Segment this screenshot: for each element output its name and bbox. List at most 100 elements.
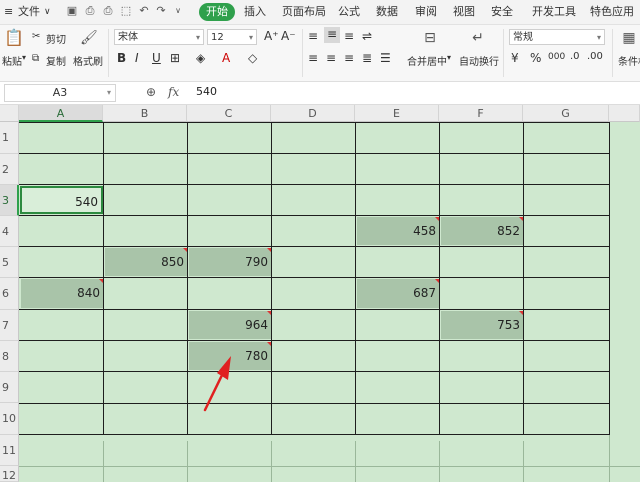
column-header-g[interactable]: G — [523, 105, 609, 122]
row-header-12[interactable]: 12 — [0, 466, 19, 482]
row-header-5[interactable]: 5 — [0, 247, 19, 278]
format-painter-icon[interactable]: 🖌 — [80, 29, 98, 47]
copy-icon[interactable]: ⧉ — [32, 53, 39, 64]
font-color-icon[interactable]: A — [222, 51, 230, 65]
print-preview-icon[interactable]: ⎙ — [84, 5, 96, 17]
export-icon[interactable]: ⬚ — [120, 5, 132, 17]
select-all-corner[interactable] — [0, 105, 19, 122]
column-header-b[interactable]: B — [103, 105, 187, 122]
justify-icon[interactable]: ≣ — [362, 51, 372, 65]
paste-button[interactable]: 粘贴 — [2, 53, 22, 68]
menu-icon[interactable]: ≡ — [4, 0, 13, 24]
save-icon[interactable]: ▣ — [66, 5, 78, 17]
clear-format-icon[interactable]: ◇ — [248, 51, 257, 65]
cell-e6[interactable]: 687 — [357, 279, 439, 308]
increase-decimal-icon[interactable]: .0 — [570, 51, 580, 62]
comma-style-button[interactable]: 000 — [548, 52, 565, 62]
row-header-8[interactable]: 8 — [0, 341, 19, 372]
merge-center-button[interactable]: 合并居中 — [407, 53, 447, 68]
cell-f4[interactable]: 852 — [441, 217, 523, 245]
tab-special-apps[interactable]: 特色应用 — [590, 0, 634, 24]
tab-formulas[interactable]: 公式 — [338, 0, 360, 24]
cell-c7[interactable]: 964 — [189, 311, 271, 339]
row-header-4[interactable]: 4 — [0, 216, 19, 247]
undo-icon[interactable]: ↶ — [138, 5, 150, 17]
decrease-decimal-icon[interactable]: .00 — [587, 51, 603, 62]
copy-button[interactable]: 复制 — [46, 53, 66, 68]
borders-icon[interactable]: ⊞ — [170, 51, 180, 65]
underline-button[interactable]: U — [152, 51, 161, 65]
print-icon[interactable]: ⎙ — [102, 5, 114, 17]
conditional-format-button[interactable]: 条件格式 — [618, 53, 640, 68]
align-top-icon[interactable]: ≡ — [308, 29, 318, 43]
wrap-text-icon[interactable]: ↵ — [468, 29, 488, 47]
column-header-f[interactable]: F — [439, 105, 523, 122]
row-header-6[interactable]: 6 — [0, 278, 19, 310]
format-painter-button[interactable]: 格式刷 — [73, 53, 103, 68]
tab-page-layout[interactable]: 页面布局 — [282, 0, 326, 24]
align-left-icon[interactable]: ≡ — [308, 51, 318, 65]
cell-c5[interactable]: 790 — [189, 248, 271, 276]
sheet-area[interactable]: 540 458 852 850 790 840 687 964 753 780 — [19, 122, 640, 482]
align-bottom-icon[interactable]: ≡ — [344, 29, 354, 43]
distribute-icon[interactable]: ☰ — [380, 51, 391, 65]
grow-font-button[interactable]: A⁺ — [264, 29, 279, 43]
zoom-icon[interactable]: ⊕ — [146, 85, 156, 99]
chevron-down-icon[interactable]: ∨ — [172, 5, 184, 17]
row-header-10[interactable]: 10 — [0, 403, 19, 435]
cell-c8[interactable]: 780 — [189, 342, 271, 370]
wrap-text-button[interactable]: 自动换行 — [459, 53, 499, 68]
name-box[interactable]: A3 ▾ — [4, 84, 116, 102]
column-header-c[interactable]: C — [187, 105, 271, 122]
chevron-down-icon[interactable]: ▾ — [22, 53, 26, 62]
chevron-down-icon[interactable]: ∨ — [44, 0, 51, 24]
row-header-2[interactable]: 2 — [0, 154, 19, 185]
conditional-format-icon[interactable]: ▦ — [620, 29, 638, 47]
redo-icon[interactable]: ↷ — [155, 5, 167, 17]
table-border — [19, 215, 609, 216]
row-header-7[interactable]: 7 — [0, 310, 19, 341]
column-header-h[interactable] — [609, 105, 640, 122]
paste-icon[interactable]: 📋 — [4, 29, 24, 47]
fill-color-icon[interactable]: ◈ — [196, 51, 205, 65]
align-right-icon[interactable]: ≡ — [344, 51, 354, 65]
orientation-icon[interactable]: ⇌ — [362, 29, 372, 43]
shrink-font-button[interactable]: A⁻ — [281, 29, 296, 43]
cell-a3[interactable]: 540 — [20, 186, 103, 214]
italic-button[interactable]: I — [135, 51, 139, 65]
column-header-a[interactable]: A — [19, 105, 103, 122]
row-header-9[interactable]: 9 — [0, 372, 19, 403]
cut-button[interactable]: 剪切 — [46, 31, 66, 46]
chevron-down-icon[interactable]: ▾ — [447, 53, 451, 62]
font-size-select[interactable]: 12 ▾ — [207, 29, 257, 45]
cell-f7[interactable]: 753 — [441, 311, 523, 339]
tab-view[interactable]: 视图 — [453, 0, 475, 24]
tab-home[interactable]: 开始 — [199, 3, 235, 21]
file-menu[interactable]: 文件 — [18, 0, 40, 24]
bold-button[interactable]: B — [117, 51, 126, 65]
cut-icon[interactable]: ✂ — [32, 31, 40, 42]
currency-icon[interactable]: ¥ — [511, 51, 519, 65]
tab-data[interactable]: 数据 — [376, 0, 398, 24]
column-header-d[interactable]: D — [271, 105, 355, 122]
tab-insert[interactable]: 插入 — [244, 0, 266, 24]
cell-a6[interactable]: 840 — [21, 279, 103, 308]
formula-input[interactable]: 540 — [196, 85, 217, 98]
merge-center-icon[interactable]: ⊟ — [420, 29, 440, 47]
function-icon[interactable]: fx — [168, 85, 179, 99]
tab-review[interactable]: 审阅 — [415, 0, 437, 24]
column-header-e[interactable]: E — [355, 105, 439, 122]
row-header-1[interactable]: 1 — [0, 122, 19, 154]
number-format-select[interactable]: 常规 ▾ — [509, 29, 605, 45]
table-border — [187, 122, 188, 435]
cell-b5[interactable]: 850 — [105, 248, 187, 276]
align-center-icon[interactable]: ≡ — [326, 51, 336, 65]
percent-button[interactable]: % — [530, 51, 541, 65]
font-name-select[interactable]: 宋体 ▾ — [114, 29, 204, 45]
row-header-3[interactable]: 3 — [0, 185, 19, 216]
row-header-11[interactable]: 11 — [0, 435, 19, 466]
align-middle-icon[interactable]: ≡ — [324, 27, 340, 43]
cell-e4[interactable]: 458 — [357, 217, 439, 245]
tab-security[interactable]: 安全 — [491, 0, 513, 24]
tab-developer[interactable]: 开发工具 — [532, 0, 576, 24]
